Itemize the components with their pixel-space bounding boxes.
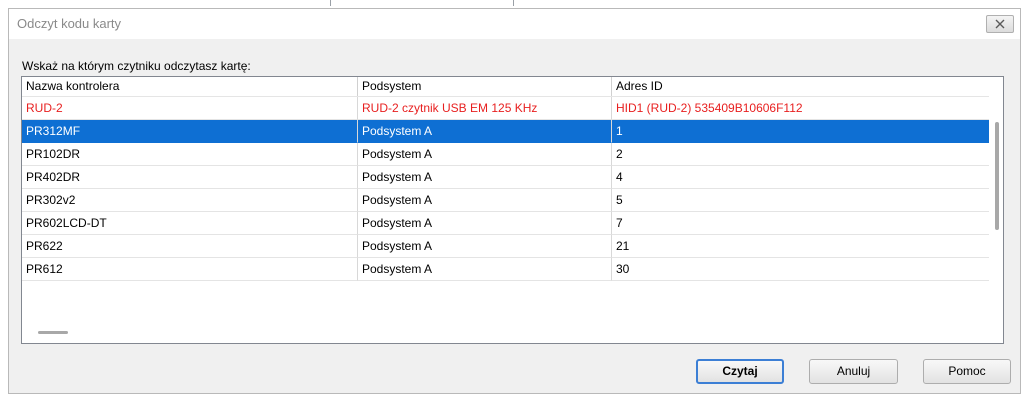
cell-address-id: 2 [612,143,990,166]
read-button[interactable]: Czytaj [696,359,784,384]
title-bar: Odczyt kodu karty [9,9,1020,39]
table-row-selected[interactable]: PR312MF Podsystem A 1 [22,120,990,143]
cell-subsystem: Podsystem A [358,212,612,235]
reader-prompt: Wskaż na którym czytniku odczytasz kartę… [22,59,251,73]
cell-subsystem: Podsystem A [358,166,612,189]
window-edge-tick [513,0,514,6]
cell-subsystem: Podsystem A [358,143,612,166]
cell-controller-name: PR102DR [22,143,358,166]
cell-controller-name: PR622 [22,235,358,258]
cell-address-id: 7 [612,212,990,235]
cell-address-id: 1 [612,120,990,143]
table-row[interactable]: PR602LCD-DT Podsystem A 7 [22,212,990,235]
dialog-title: Odczyt kodu karty [17,16,122,31]
cell-subsystem: Podsystem A [358,235,612,258]
cell-address-id: 21 [612,235,990,258]
cell-controller-name: PR312MF [22,120,358,143]
table-row[interactable]: PR612 Podsystem A 30 [22,258,990,281]
vertical-scroll-thumb[interactable] [995,122,999,230]
controller-list[interactable]: Nazwa kontrolera Podsystem Adres ID RUD-… [21,76,1004,344]
close-button[interactable] [986,15,1014,33]
help-button[interactable]: Pomoc [923,359,1011,384]
column-header-controller-name[interactable]: Nazwa kontrolera [22,77,358,96]
column-header-address-id[interactable]: Adres ID [612,77,990,96]
cell-address-id: 4 [612,166,990,189]
vertical-scrollbar[interactable] [989,77,1003,343]
cell-subsystem: RUD-2 czytnik USB EM 125 KHz [358,97,612,120]
cell-controller-name: PR302v2 [22,189,358,212]
cell-address-id: 30 [612,258,990,281]
close-icon [995,19,1005,29]
list-header: Nazwa kontrolera Podsystem Adres ID [22,77,990,97]
table-row[interactable]: PR302v2 Podsystem A 5 [22,189,990,212]
list-rows: RUD-2 RUD-2 czytnik USB EM 125 KHz HID1 … [22,97,990,281]
cell-address-id: 5 [612,189,990,212]
cell-controller-name: PR602LCD-DT [22,212,358,235]
window-edge-tick [330,0,331,6]
cell-subsystem: Podsystem A [358,258,612,281]
cancel-button[interactable]: Anuluj [809,359,898,384]
cell-address-id: HID1 (RUD-2) 535409B10606F112 [612,97,990,120]
cell-subsystem: Podsystem A [358,189,612,212]
table-row[interactable]: PR622 Podsystem A 21 [22,235,990,258]
table-row[interactable]: PR102DR Podsystem A 2 [22,143,990,166]
cell-controller-name: PR612 [22,258,358,281]
table-row[interactable]: RUD-2 RUD-2 czytnik USB EM 125 KHz HID1 … [22,97,990,120]
column-header-subsystem[interactable]: Podsystem [358,77,612,96]
cell-controller-name: RUD-2 [22,97,358,120]
background-window-edge [0,0,1022,8]
cell-controller-name: PR402DR [22,166,358,189]
cell-subsystem: Podsystem A [358,120,612,143]
card-read-dialog: Odczyt kodu karty Wskaż na którym czytni… [8,8,1021,394]
table-row[interactable]: PR402DR Podsystem A 4 [22,166,990,189]
horizontal-scroll-thumb[interactable] [38,331,68,334]
